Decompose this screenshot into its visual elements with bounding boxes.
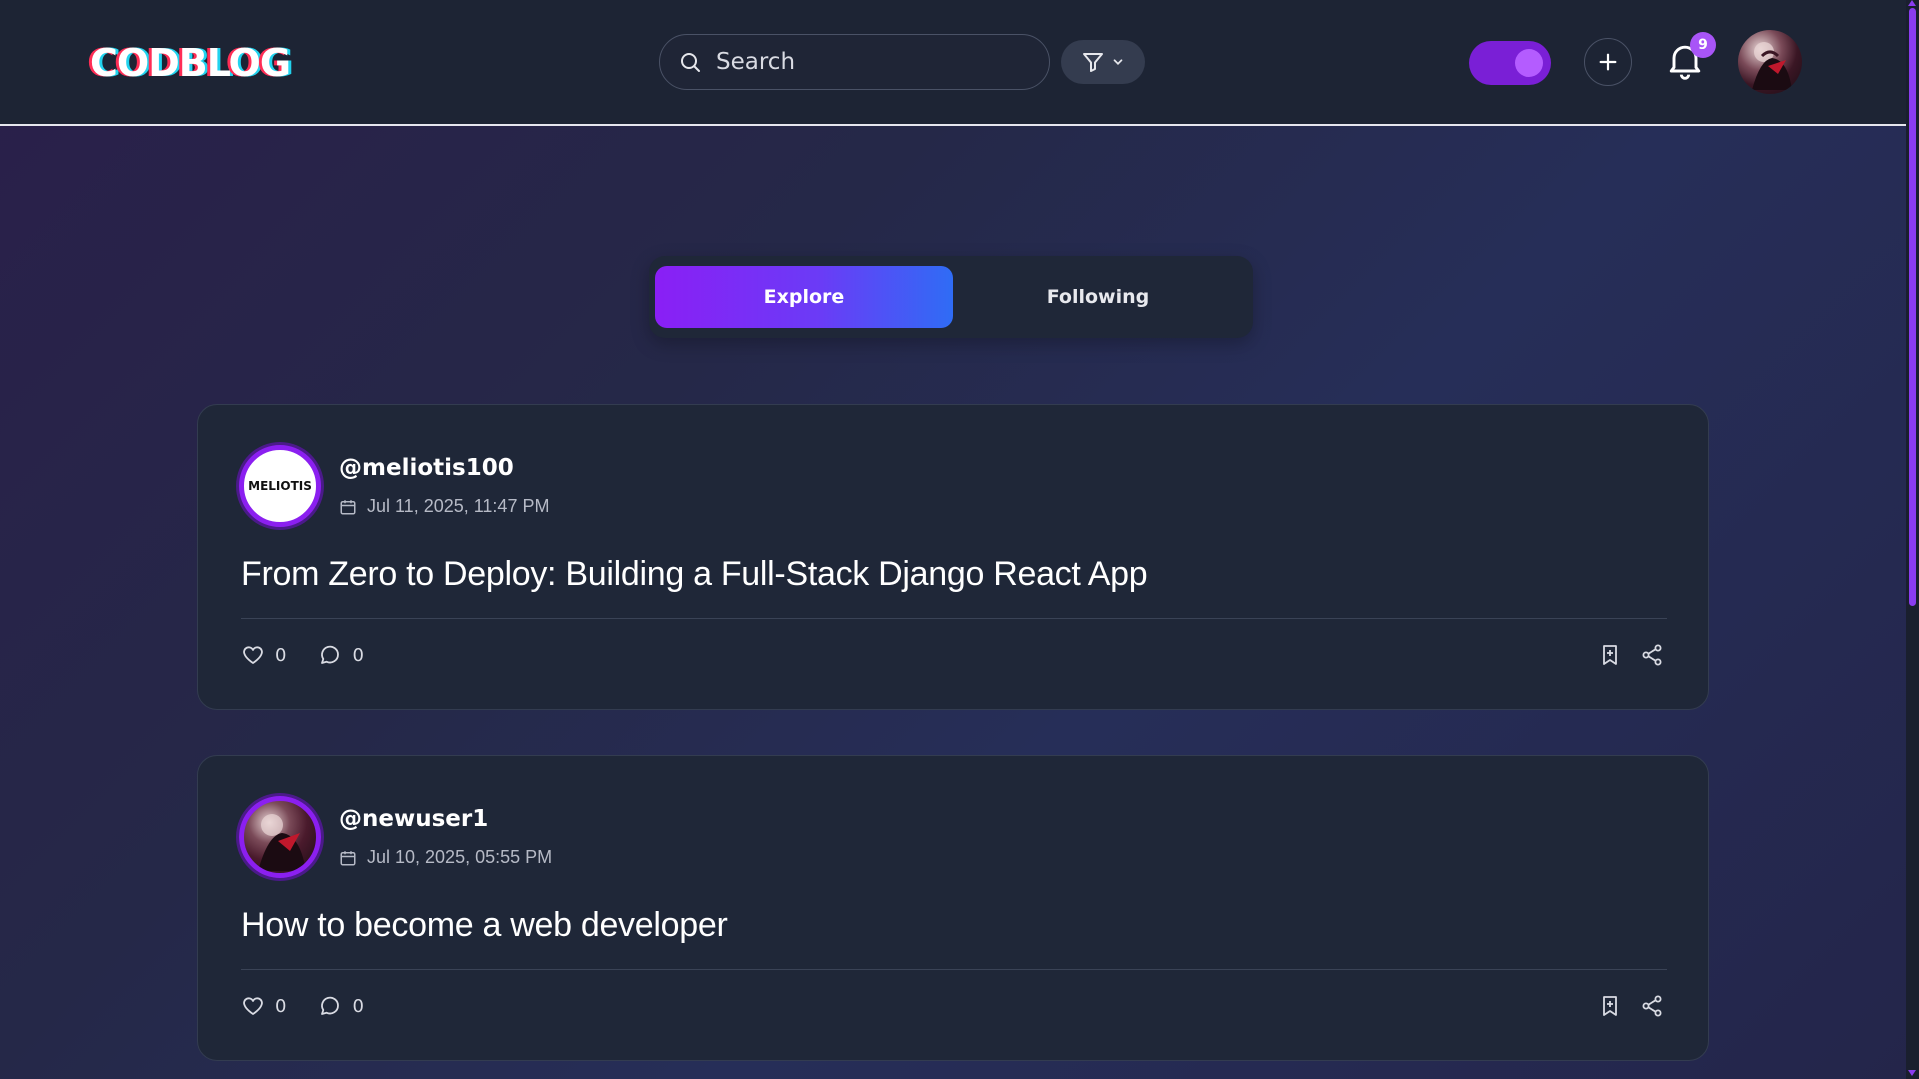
like-button[interactable]: 0 [241, 994, 286, 1018]
search-icon [681, 53, 700, 72]
calendar-icon [340, 850, 356, 865]
heart-icon [243, 997, 263, 1015]
post-actions-right [1598, 643, 1664, 667]
avatar-logo-text: MELIOTIS [248, 479, 312, 493]
calendar-icon [340, 499, 356, 514]
share-icon[interactable] [1640, 643, 1664, 667]
scroll-up-arrow[interactable] [1908, 0, 1916, 6]
theme-toggle[interactable] [1469, 41, 1551, 85]
post-username[interactable]: @newuser1 [339, 806, 488, 832]
post-title[interactable]: How to become a web developer [241, 906, 728, 945]
tab-explore[interactable]: Explore [655, 266, 953, 328]
comment-count: 0 [352, 995, 364, 1017]
post-card[interactable]: MELIOTIS @meliotis100 Jul 11, 2025, 11:4… [197, 404, 1709, 710]
top-navbar: CODBLOG Search 9 [0, 0, 1906, 126]
comment-icon [321, 996, 340, 1015]
page-scrollbar[interactable] [1906, 0, 1919, 1079]
tab-following[interactable]: Following [949, 266, 1247, 328]
chevron-down-icon [1113, 59, 1123, 65]
user-avatar[interactable] [1738, 30, 1802, 94]
search-input[interactable]: Search [659, 34, 1050, 90]
filter-icon [1083, 53, 1103, 72]
post-divider [241, 969, 1667, 970]
create-post-button[interactable] [1584, 38, 1632, 86]
post-actions: 0 0 [241, 643, 396, 667]
post-card[interactable]: @newuser1 Jul 10, 2025, 05:55 PM How to … [197, 755, 1709, 1061]
like-button[interactable]: 0 [241, 643, 286, 667]
post-actions-right [1598, 994, 1664, 1018]
feed-tabs: Explore Following [649, 256, 1253, 338]
avatar-art [258, 814, 306, 871]
post-actions: 0 0 [241, 994, 396, 1018]
share-icon[interactable] [1640, 994, 1664, 1018]
bookmark-icon[interactable] [1598, 643, 1622, 667]
post-username[interactable]: @meliotis100 [339, 455, 514, 481]
filter-button[interactable] [1061, 40, 1145, 84]
like-count: 0 [275, 995, 287, 1017]
toggle-knob [1515, 49, 1543, 77]
post-date: Jul 10, 2025, 05:55 PM [367, 847, 553, 867]
notification-badge: 9 [1690, 32, 1716, 58]
comment-count: 0 [352, 644, 364, 666]
post-divider [241, 618, 1667, 619]
site-logo[interactable]: CODBLOG [90, 40, 291, 86]
comment-icon [321, 645, 340, 664]
comment-button[interactable]: 0 [318, 994, 364, 1018]
author-avatar[interactable]: MELIOTIS [239, 445, 321, 527]
avatar-art [1752, 42, 1792, 90]
bookmark-icon[interactable] [1598, 994, 1622, 1018]
comment-button[interactable]: 0 [318, 643, 364, 667]
post-date: Jul 11, 2025, 11:47 PM [367, 496, 550, 516]
heart-icon [243, 646, 263, 664]
scroll-thumb[interactable] [1909, 8, 1916, 606]
scroll-down-arrow[interactable] [1908, 1070, 1916, 1076]
post-date-row: Jul 11, 2025, 11:47 PM [339, 496, 549, 517]
author-avatar[interactable] [239, 796, 321, 878]
like-count: 0 [275, 644, 287, 666]
search-placeholder: Search [716, 49, 796, 75]
post-title[interactable]: From Zero to Deploy: Building a Full-Sta… [241, 555, 1148, 594]
post-date-row: Jul 10, 2025, 05:55 PM [339, 847, 552, 868]
plus-icon [1599, 53, 1617, 71]
